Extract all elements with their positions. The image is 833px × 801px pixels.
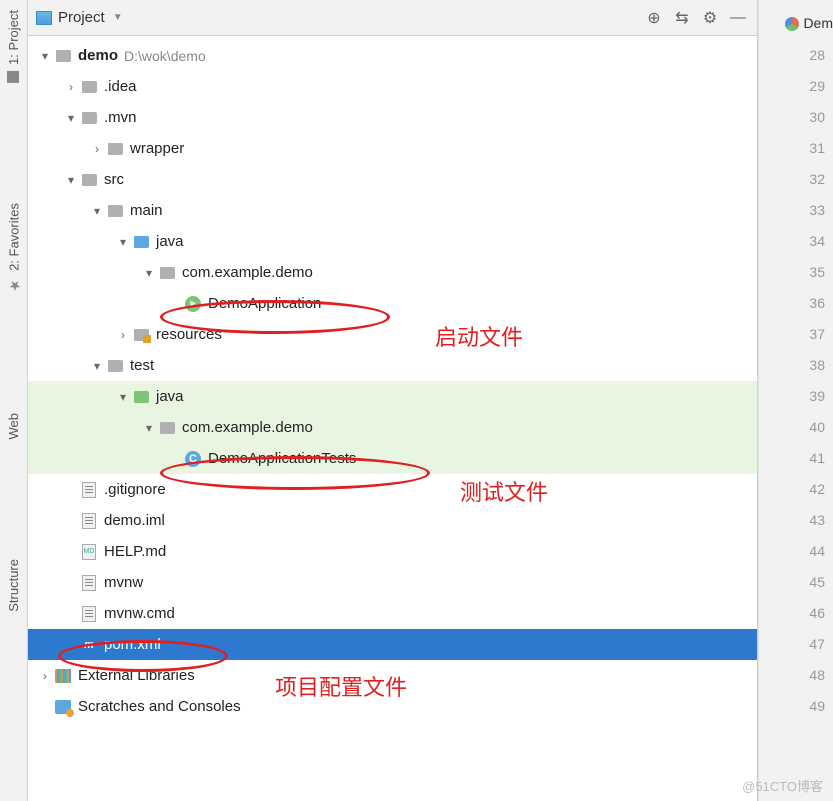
line-number: 32 bbox=[759, 164, 825, 195]
line-number: 44 bbox=[759, 536, 825, 567]
tree-folder-src[interactable]: ▾src bbox=[28, 164, 757, 195]
tree-file-gitignore[interactable]: .gitignore bbox=[28, 474, 757, 505]
tree-folder-main[interactable]: ▾main bbox=[28, 195, 757, 226]
tab-web[interactable]: Web bbox=[6, 413, 21, 440]
line-number: 36 bbox=[759, 288, 825, 319]
project-tree[interactable]: ▾demoD:\wok\demo ›.idea ▾.mvn ›wrapper ▾… bbox=[28, 36, 757, 801]
tab-structure[interactable]: Structure bbox=[6, 559, 21, 612]
chevron-right-icon[interactable]: › bbox=[36, 669, 54, 683]
chevron-down-icon[interactable]: ▾ bbox=[114, 390, 132, 404]
tree-folder-test[interactable]: ▾test bbox=[28, 350, 757, 381]
line-number: 47 bbox=[759, 629, 825, 660]
tree-folder-wrapper[interactable]: ›wrapper bbox=[28, 133, 757, 164]
line-number: 45 bbox=[759, 567, 825, 598]
locate-icon[interactable]: ⊕ bbox=[643, 7, 665, 29]
tree-file-mvnwcmd[interactable]: mvnw.cmd bbox=[28, 598, 757, 629]
line-number: 39 bbox=[759, 381, 825, 412]
tab-project[interactable]: 1: Project bbox=[6, 10, 21, 83]
tree-package-main[interactable]: ▾com.example.demo bbox=[28, 257, 757, 288]
maven-icon: m bbox=[81, 637, 97, 653]
editor-tab[interactable]: Dem bbox=[785, 8, 833, 39]
gear-icon[interactable]: ⚙ bbox=[699, 7, 721, 29]
tree-file-demoapplicationtests[interactable]: CDemoApplicationTests bbox=[28, 443, 757, 474]
file-icon bbox=[82, 606, 96, 622]
line-number: 34 bbox=[759, 226, 825, 257]
line-number: 48 bbox=[759, 660, 825, 691]
chevron-right-icon[interactable]: › bbox=[62, 80, 80, 94]
line-number: 35 bbox=[759, 257, 825, 288]
file-icon bbox=[82, 482, 96, 498]
hide-icon[interactable]: — bbox=[727, 7, 749, 29]
library-icon bbox=[55, 669, 71, 683]
chevron-down-icon[interactable]: ▾ bbox=[114, 235, 132, 249]
chevron-down-icon[interactable]: ▾ bbox=[36, 49, 54, 63]
class-icon bbox=[785, 17, 799, 31]
chevron-right-icon[interactable]: › bbox=[88, 142, 106, 156]
tree-folder-idea[interactable]: ›.idea bbox=[28, 71, 757, 102]
tree-folder-test-java[interactable]: ▾java bbox=[28, 381, 757, 412]
line-number: 38 bbox=[759, 350, 825, 381]
tree-file-help[interactable]: MDHELP.md bbox=[28, 536, 757, 567]
line-number: 30 bbox=[759, 102, 825, 133]
line-number: 37 bbox=[759, 319, 825, 350]
project-icon bbox=[36, 11, 52, 25]
watermark: @51CTO博客 bbox=[742, 776, 823, 795]
class-icon: C bbox=[185, 451, 201, 467]
file-icon bbox=[82, 575, 96, 591]
project-toolbar: Project ▼ ⊕ ⇆ ⚙ — bbox=[28, 0, 757, 36]
tree-folder-mvn[interactable]: ▾.mvn bbox=[28, 102, 757, 133]
chevron-down-icon[interactable]: ▾ bbox=[62, 111, 80, 125]
line-number: 46 bbox=[759, 598, 825, 629]
chevron-down-icon[interactable]: ▾ bbox=[88, 359, 106, 373]
collapse-icon[interactable]: ⇆ bbox=[671, 7, 693, 29]
tree-folder-java[interactable]: ▾java bbox=[28, 226, 757, 257]
tree-package-test[interactable]: ▾com.example.demo bbox=[28, 412, 757, 443]
line-number: 40 bbox=[759, 412, 825, 443]
line-number: 33 bbox=[759, 195, 825, 226]
project-title[interactable]: Project bbox=[58, 9, 105, 26]
chevron-down-icon[interactable]: ▾ bbox=[140, 266, 158, 280]
line-number: 49 bbox=[759, 691, 825, 722]
line-number: 42 bbox=[759, 474, 825, 505]
tree-file-pom[interactable]: mpom.xml bbox=[28, 629, 757, 660]
line-number: 31 bbox=[759, 133, 825, 164]
line-number: 41 bbox=[759, 443, 825, 474]
line-number: 43 bbox=[759, 505, 825, 536]
tree-file-demoapplication[interactable]: DemoApplication bbox=[28, 288, 757, 319]
chevron-down-icon[interactable]: ▼ bbox=[113, 12, 123, 23]
line-number: 28 bbox=[759, 40, 825, 71]
chevron-right-icon[interactable]: › bbox=[114, 328, 132, 342]
tree-scratches[interactable]: Scratches and Consoles bbox=[28, 691, 757, 722]
tree-file-iml[interactable]: demo.iml bbox=[28, 505, 757, 536]
file-icon bbox=[82, 513, 96, 529]
chevron-down-icon[interactable]: ▾ bbox=[88, 204, 106, 218]
scratch-icon bbox=[55, 700, 71, 714]
tree-folder-resources[interactable]: ›resources bbox=[28, 319, 757, 350]
editor-gutter: Dem 28 29 30 31 32 33 34 35 36 37 38 39 … bbox=[758, 0, 833, 801]
line-number: 29 bbox=[759, 71, 825, 102]
markdown-icon: MD bbox=[82, 544, 96, 560]
left-tool-tabs: 1: Project ★2: Favorites Web Structure bbox=[0, 0, 28, 801]
tree-root[interactable]: ▾demoD:\wok\demo bbox=[28, 40, 757, 71]
tree-file-mvnw[interactable]: mvnw bbox=[28, 567, 757, 598]
run-icon bbox=[185, 296, 201, 312]
tab-favorites[interactable]: ★2: Favorites bbox=[6, 203, 22, 293]
chevron-down-icon[interactable]: ▾ bbox=[62, 173, 80, 187]
tree-external-libraries[interactable]: ›External Libraries bbox=[28, 660, 757, 691]
chevron-down-icon[interactable]: ▾ bbox=[140, 421, 158, 435]
